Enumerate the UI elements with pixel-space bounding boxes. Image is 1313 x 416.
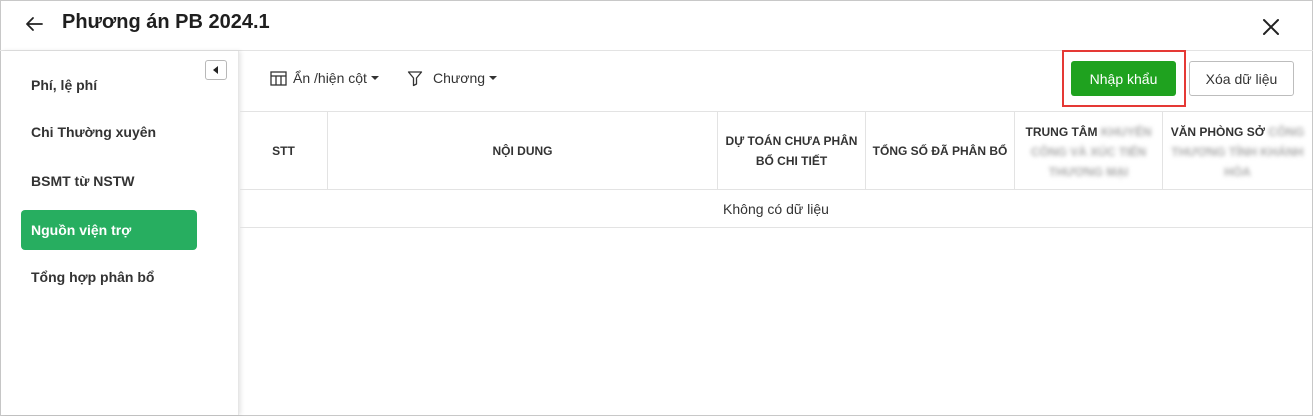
columns-toggle-dropdown[interactable]: Ẩn /hiện cột: [270, 67, 379, 89]
column-header-office: VĂN PHÒNG SỞ CÔNG THƯƠNG TỈNH KHÁNH HÒA: [1163, 112, 1312, 190]
sidebar: Phí, lệ phí Chi Thường xuyên BSMT từ NST…: [1, 51, 239, 415]
chapter-filter-dropdown[interactable]: Chương: [407, 67, 498, 89]
chapter-filter-label: Chương: [433, 70, 486, 86]
close-icon[interactable]: [1259, 15, 1283, 39]
column-header-center-label: TRUNG TÂM: [1025, 125, 1098, 139]
table-header-row: STT NỘI DUNG DỰ TOÁN CHƯA PHÂN BỔ CHI TI…: [240, 111, 1312, 190]
sidebar-item-fees[interactable]: Phí, lệ phí: [21, 65, 197, 105]
caret-left-icon: [213, 66, 218, 74]
caret-down-icon: [370, 76, 379, 80]
column-header-center: TRUNG TÂM KHUYẾN CÔNG VÀ XÚC TIẾN THƯƠNG…: [1015, 112, 1163, 190]
sidebar-item-bsmt[interactable]: BSMT từ NSTW: [21, 161, 197, 201]
collapse-sidebar-button[interactable]: [205, 60, 227, 80]
sidebar-item-aid-source[interactable]: Nguồn viện trợ: [21, 210, 197, 250]
dialog-header: Phương án PB 2024.1: [0, 0, 1313, 51]
sidebar-item-regular-expense[interactable]: Chi Thường xuyên: [21, 112, 197, 152]
column-header-unallocated: DỰ TOÁN CHƯA PHÂN BỔ CHI TIẾT: [718, 112, 866, 190]
back-arrow-icon[interactable]: [22, 12, 46, 36]
empty-table-message: Không có dữ liệu: [240, 190, 1312, 228]
caret-down-icon: [489, 76, 498, 80]
column-header-office-label: VĂN PHÒNG SỞ: [1170, 125, 1265, 139]
columns-toggle-label: Ẩn /hiện cột: [293, 70, 367, 86]
column-header-stt: STT: [240, 112, 328, 190]
import-button[interactable]: Nhập khẩu: [1071, 61, 1176, 96]
column-header-content: NỘI DUNG: [328, 112, 718, 190]
sidebar-item-allocation-summary[interactable]: Tổng hợp phân bổ: [21, 257, 197, 297]
table-columns-icon: [270, 70, 287, 86]
page-title: Phương án PB 2024.1: [62, 11, 270, 33]
filter-icon: [407, 70, 423, 86]
clear-data-button[interactable]: Xóa dữ liệu: [1189, 61, 1294, 96]
column-header-allocated-total: TỔNG SỐ ĐÃ PHÂN BỔ: [866, 112, 1015, 190]
